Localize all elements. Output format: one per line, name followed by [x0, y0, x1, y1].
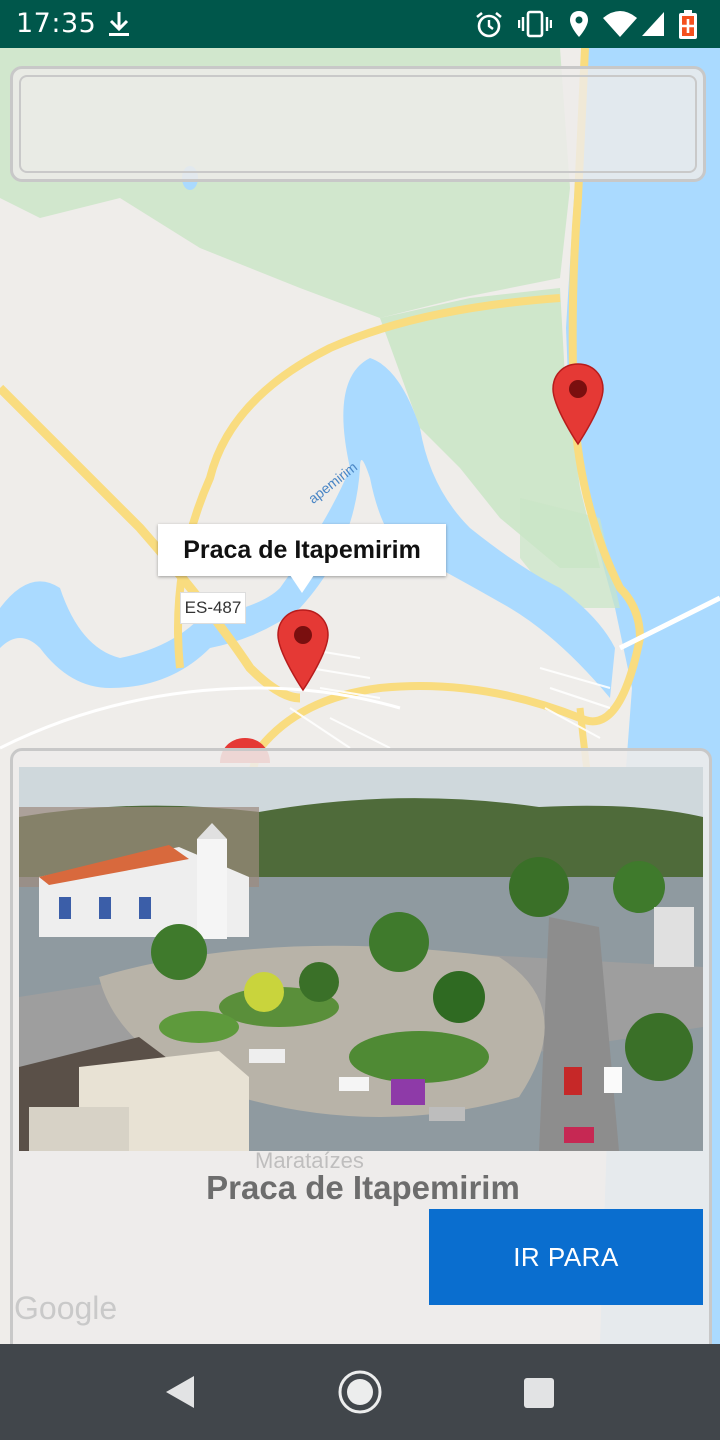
info-window-title: Praca de Itapemirim — [183, 535, 421, 564]
signal-icon — [642, 12, 664, 36]
go-to-button[interactable]: IR PARA — [429, 1209, 703, 1305]
location-icon — [570, 11, 588, 37]
alarm-icon — [476, 11, 502, 38]
marker-praca[interactable] — [276, 608, 330, 692]
search-input[interactable] — [19, 75, 697, 173]
download-icon — [109, 12, 129, 36]
back-icon[interactable] — [160, 1368, 200, 1416]
place-photo — [19, 767, 703, 1151]
home-icon[interactable] — [336, 1368, 384, 1416]
marker-beach[interactable] — [551, 362, 605, 446]
google-attribution: Google — [14, 1290, 118, 1326]
marker-info-window[interactable]: Praca de Itapemirim — [158, 524, 446, 593]
vibrate-icon — [518, 10, 552, 38]
place-title: Praca de Itapemirim — [206, 1169, 520, 1206]
status-time: 17:35 — [16, 8, 97, 39]
navigation-bar — [0, 1344, 720, 1440]
wifi-icon — [603, 11, 637, 37]
status-bar: 17:35 — [0, 0, 720, 48]
place-card: Praca de Itapemirim IR PARA — [10, 748, 712, 1368]
recents-icon[interactable] — [520, 1368, 560, 1416]
search-box[interactable] — [10, 66, 706, 182]
route-label: ES-487 — [180, 592, 246, 624]
map-city-label: Marataízes — [255, 1148, 364, 1173]
battery-charging-icon — [679, 10, 697, 39]
